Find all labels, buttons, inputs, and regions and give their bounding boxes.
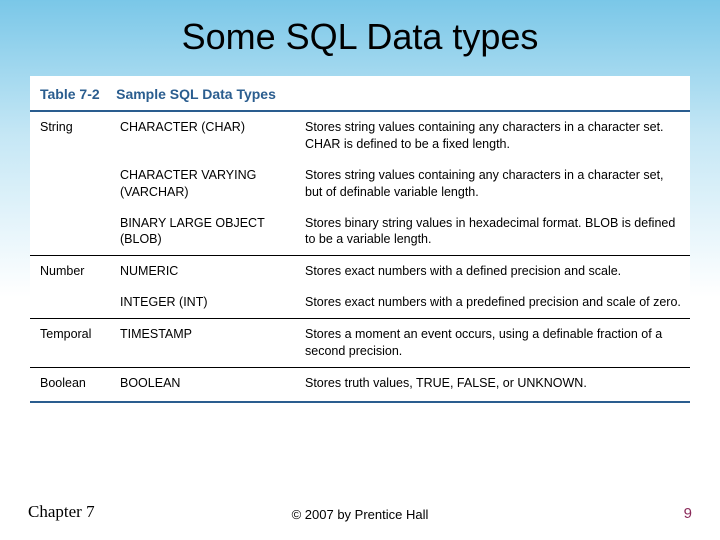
cell-category: Boolean — [30, 367, 110, 398]
cell-type: BINARY LARGE OBJECT (BLOB) — [110, 208, 295, 256]
cell-type: TIMESTAMP — [110, 319, 295, 368]
table-row: BINARY LARGE OBJECT (BLOB) Stores binary… — [30, 208, 690, 256]
cell-category: Temporal — [30, 319, 110, 368]
cell-type: INTEGER (INT) — [110, 287, 295, 318]
table-caption: Table 7-2 Sample SQL Data Types — [30, 76, 690, 110]
cell-category — [30, 160, 110, 208]
table-row: Boolean BOOLEAN Stores truth values, TRU… — [30, 367, 690, 398]
cell-desc: Stores truth values, TRUE, FALSE, or UNK… — [295, 367, 690, 398]
cell-desc: Stores string values containing any char… — [295, 112, 690, 160]
footer-page-number: 9 — [684, 505, 692, 522]
cell-category: Number — [30, 256, 110, 287]
cell-type: CHARACTER (CHAR) — [110, 112, 295, 160]
table-row: Number NUMERIC Stores exact numbers with… — [30, 256, 690, 287]
data-types-table: Table 7-2 Sample SQL Data Types String C… — [30, 76, 690, 403]
cell-desc: Stores binary string values in hexadecim… — [295, 208, 690, 256]
cell-desc: Stores string values containing any char… — [295, 160, 690, 208]
table-row: INTEGER (INT) Stores exact numbers with … — [30, 287, 690, 318]
table-row: String CHARACTER (CHAR) Stores string va… — [30, 112, 690, 160]
cell-desc: Stores exact numbers with a predefined p… — [295, 287, 690, 318]
page-title: Some SQL Data types — [0, 0, 720, 76]
cell-type: CHARACTER VARYING (VARCHAR) — [110, 160, 295, 208]
table-row: CHARACTER VARYING (VARCHAR) Stores strin… — [30, 160, 690, 208]
footer-copyright: © 2007 by Prentice Hall — [0, 507, 720, 522]
cell-desc: Stores a moment an event occurs, using a… — [295, 319, 690, 368]
cell-type: BOOLEAN — [110, 367, 295, 398]
cell-type: NUMERIC — [110, 256, 295, 287]
cell-desc: Stores exact numbers with a defined prec… — [295, 256, 690, 287]
cell-category — [30, 208, 110, 256]
cell-category: String — [30, 112, 110, 160]
cell-category — [30, 287, 110, 318]
table-caption-text: Sample SQL Data Types — [116, 86, 276, 102]
table-row: Temporal TIMESTAMP Stores a moment an ev… — [30, 319, 690, 368]
table-caption-label: Table 7-2 — [40, 86, 100, 102]
